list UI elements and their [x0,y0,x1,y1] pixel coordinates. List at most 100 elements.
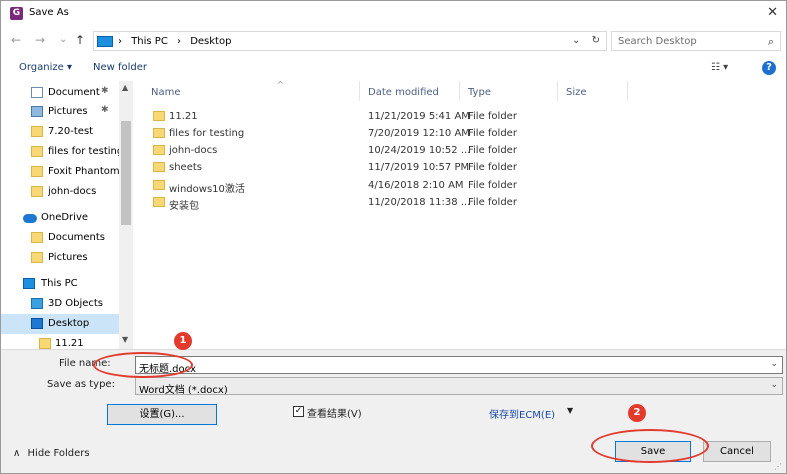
up-arrow-icon[interactable]: ↑ [75,33,85,47]
file-type: File folder [468,162,517,173]
sidebar-item-7-20-test[interactable]: 7.20-test [1,122,119,142]
save-as-type-select[interactable]: Word文档 (*.docx) ⌄ [135,377,783,396]
sidebar-item-label: Foxit PhantomPDF [48,166,119,177]
ecm-dropdown-icon[interactable]: ▼ [567,406,573,415]
sidebar-item-onedrive-documents[interactable]: Documents [1,228,119,248]
chevron-down-icon[interactable]: ⌄ [770,359,778,369]
breadcrumb-separator: › [118,36,122,47]
file-name: 11.21 [169,111,198,122]
new-folder-button[interactable]: New folder [93,62,147,73]
sidebar-item-label: files for testing [48,146,119,157]
sidebar-item-label: Documents [48,87,100,98]
file-type: File folder [468,145,517,156]
sidebar-item-label: Pictures [48,252,88,263]
column-divider[interactable] [627,81,628,101]
table-row[interactable]: sheets 11/7/2019 10:57 PM File folder [137,159,537,176]
sidebar-item-desktop[interactable]: Desktop [1,314,119,334]
sidebar-item-label: Documents [48,232,106,243]
table-row[interactable]: windows10激活 4/16/2018 2:10 AM File folde… [137,177,537,195]
search-icon[interactable]: ⌕ [768,35,774,49]
chevron-down-icon[interactable]: ⌄ [770,380,778,390]
folder-icon [39,338,51,349]
settings-button[interactable]: 设置(G)... [107,404,217,425]
file-type: File folder [468,128,517,139]
sidebar-item-3d-objects[interactable]: 3D Objects [1,294,119,314]
navigation-scrollbar[interactable]: ▲ ▼ [119,81,133,349]
view-options-icon[interactable]: ☷ ▾ [711,62,728,73]
help-icon[interactable]: ? [762,61,776,75]
refresh-icon[interactable]: ↻ [592,35,600,46]
folder-icon [31,252,43,263]
sidebar-item-onedrive-pictures[interactable]: Pictures [1,248,119,268]
sidebar-item-files-for-testing[interactable]: files for testing [1,142,119,162]
table-row[interactable]: john-docs 10/24/2019 10:52 ... File fold… [137,142,537,159]
sidebar-item-label: 3D Objects [48,298,104,309]
resize-grip-icon[interactable]: ⋰ [774,462,782,471]
sidebar-item-label: Pictures [48,106,88,117]
table-row[interactable]: 11.21 11/21/2019 5:41 AM File folder [137,108,537,125]
folder-icon [31,186,43,197]
save-to-ecm-link[interactable]: 保存到ECM(E) [489,406,555,421]
folder-icon [153,162,165,172]
computer-icon [23,278,35,289]
folder-icon [153,128,165,138]
file-date: 4/16/2018 2:10 AM [368,180,464,191]
cancel-button[interactable]: Cancel [703,441,771,462]
column-header-name[interactable]: Name [151,87,181,98]
back-arrow-icon[interactable]: ← [11,33,21,47]
table-row[interactable]: files for testing 7/20/2019 12:10 AM Fil… [137,125,537,142]
folder-icon [153,180,165,190]
breadcrumb-this-pc[interactable]: This PC [131,36,168,47]
recent-dropdown-icon[interactable]: ⌄ [59,34,67,45]
hide-folders-toggle[interactable]: ∧ Hide Folders [13,448,90,459]
column-header-size[interactable]: Size [566,87,587,98]
column-header-date-modified[interactable]: Date modified [368,87,439,98]
file-date: 10/24/2019 10:52 ... [368,145,471,156]
sidebar-item-label: OneDrive [41,212,89,223]
close-icon[interactable]: ✕ [767,5,778,20]
sidebar-item-this-pc[interactable]: This PC [1,274,119,294]
address-dropdown-icon[interactable]: ⌄ [572,35,580,46]
table-row[interactable]: 安装包 11/20/2018 11:38 ... File folder [137,194,537,212]
document-icon [31,87,43,98]
sidebar-item-documents[interactable]: Documents ✱ [1,83,119,103]
column-divider[interactable] [359,81,360,101]
sidebar-item-pictures[interactable]: Pictures ✱ [1,102,119,122]
cloud-icon [23,214,37,223]
organize-menu[interactable]: Organize ▾ [19,62,72,73]
annotation-marker-1: 1 [174,332,192,350]
forward-arrow-icon[interactable]: → [35,33,45,47]
scroll-down-icon[interactable]: ▼ [122,335,128,344]
file-name: sheets [169,162,202,173]
address-bar[interactable]: › This PC › Desktop ⌄ ↻ [93,31,607,51]
command-bar: Organize ▾ New folder ☷ ▾ ? [1,57,786,79]
sidebar-item-onedrive[interactable]: OneDrive [1,208,119,228]
pin-icon: ✱ [101,86,109,96]
scrollbar-thumb[interactable] [121,121,131,225]
breadcrumb-desktop[interactable]: Desktop [190,36,231,47]
view-result-checkbox[interactable]: ✓ [293,406,304,417]
sidebar-item-11-21[interactable]: 11.21 [1,334,119,349]
file-type: File folder [468,111,517,122]
folder-icon [31,126,43,137]
annotation-marker-2: 2 [628,404,646,422]
file-date: 11/7/2019 10:57 PM [368,162,470,173]
search-input[interactable]: Search Desktop ⌕ [611,31,781,51]
file-name: files for testing [169,128,245,139]
save-as-type-value: Word文档 (*.docx) [139,385,228,396]
file-date: 11/21/2019 5:41 AM [368,111,470,122]
file-type: File folder [468,180,517,191]
file-type: File folder [468,197,517,208]
scroll-up-icon[interactable]: ▲ [122,83,128,92]
folder-icon [153,111,165,121]
sidebar-item-foxit-phantompdf[interactable]: Foxit PhantomPDF [1,162,119,182]
column-divider[interactable] [557,81,558,101]
column-divider[interactable] [459,81,460,101]
file-name: windows10激活 [169,184,245,195]
cube-icon [31,298,43,309]
column-header-type[interactable]: Type [468,87,491,98]
file-name-input[interactable]: 无标题.docx ⌄ [135,356,783,375]
sidebar-item-john-docs[interactable]: john-docs [1,182,119,202]
save-as-dialog: G Save As ✕ ← → ⌄ ↑ › This PC › Desktop … [0,0,787,474]
sidebar-item-label: john-docs [48,186,97,197]
